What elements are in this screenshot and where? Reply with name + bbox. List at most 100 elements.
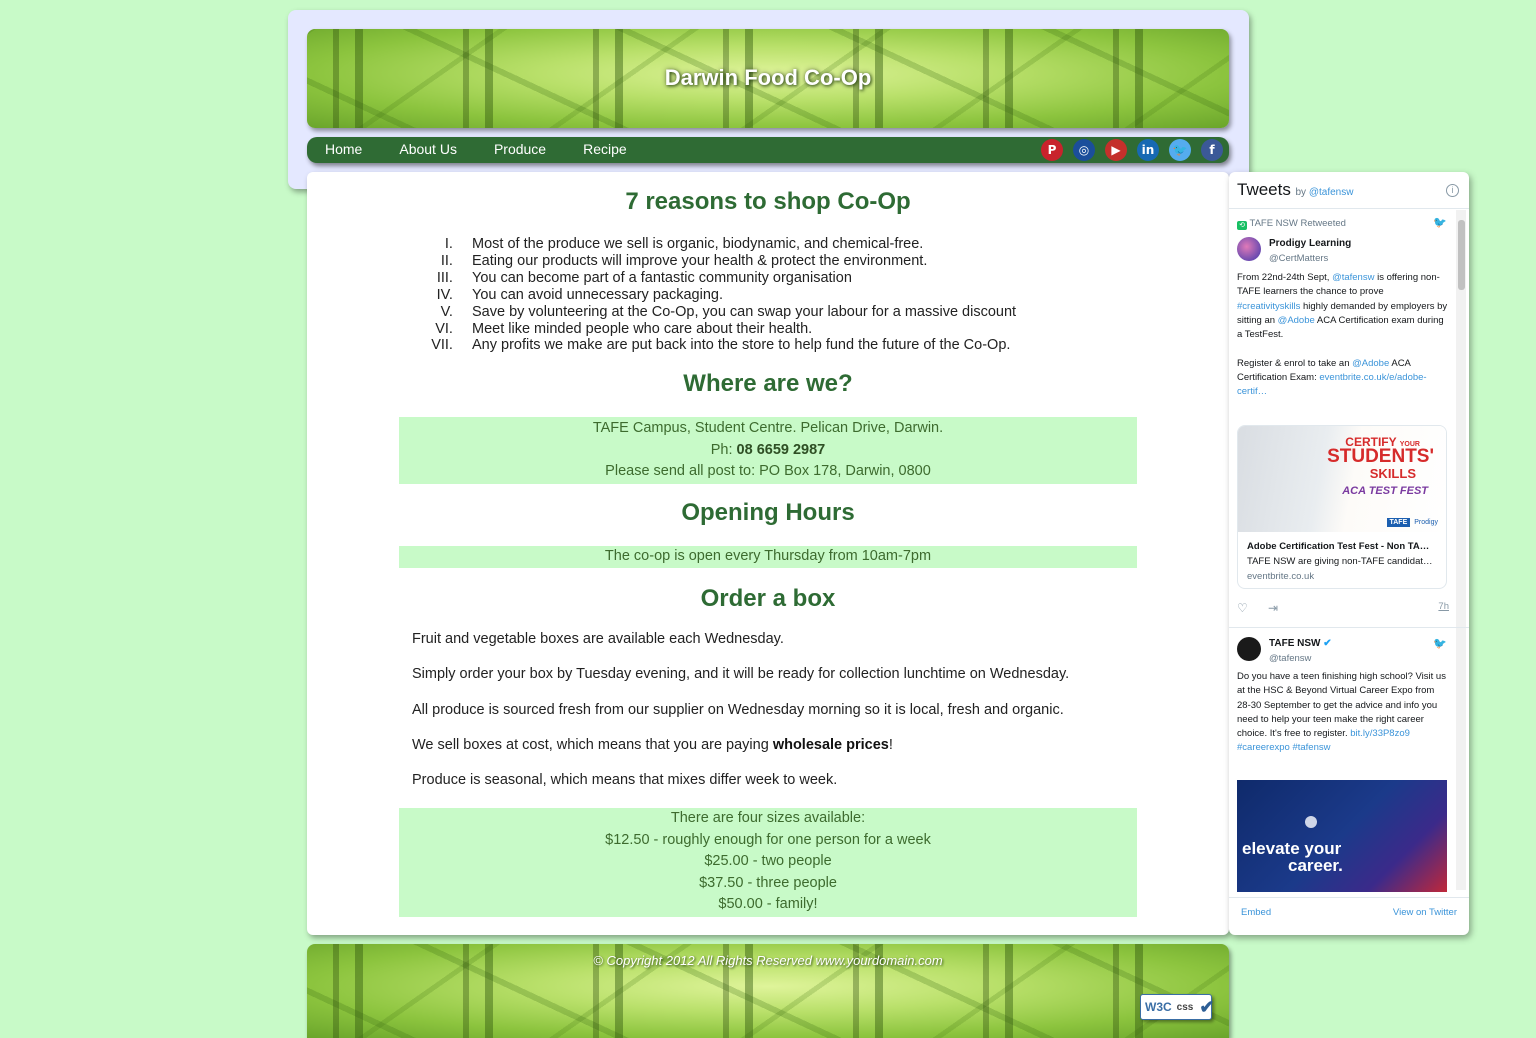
- promo-line: career.: [1288, 856, 1343, 875]
- copyright-text: © Copyright 2012 All Rights Reserved www…: [593, 953, 943, 968]
- tweet-text-part: Register & enrol to take an: [1237, 357, 1353, 369]
- seasonal-paragraph: Produce is seasonal, which means that mi…: [412, 772, 838, 788]
- css-label: css: [1176, 1001, 1194, 1013]
- author-name-text: TAFE NSW: [1269, 638, 1321, 649]
- youtube-icon[interactable]: ▶: [1105, 139, 1127, 161]
- size-option: $12.50 - roughly enough for one person f…: [605, 831, 931, 848]
- verified-icon: ✔: [1323, 638, 1332, 649]
- link-card[interactable]: CERTIFY YOUR STUDENTS' SKILLS ACA TEST F…: [1237, 425, 1447, 589]
- order-paragraph: All produce is sourced fresh from our su…: [412, 702, 1064, 718]
- mention-link[interactable]: @Adobe: [1352, 358, 1389, 369]
- site-header: Darwin Food Co-Op: [307, 29, 1229, 128]
- card-body: Adobe Certification Test Fest - Non TA… …: [1238, 532, 1446, 588]
- order-paragraph: Simply order your box by Tuesday evening…: [412, 666, 1070, 682]
- card-description: TAFE NSW are giving non-TAFE candidat…: [1247, 556, 1433, 567]
- prodigy-logo: Prodigy: [1414, 519, 1438, 526]
- embed-link[interactable]: Embed: [1241, 907, 1271, 918]
- facebook-icon[interactable]: f: [1201, 139, 1223, 161]
- timeline-by: by @tafensw: [1296, 187, 1354, 198]
- twitter-bird-icon[interactable]: 🐦: [1433, 637, 1447, 650]
- url-link[interactable]: bit.ly/33P8zo9: [1350, 728, 1410, 739]
- reason-item: Meet like minded people who care about t…: [457, 321, 1016, 338]
- card-domain: eventbrite.co.uk: [1247, 571, 1315, 582]
- sizes-box: There are four sizes available: $12.50 -…: [399, 808, 1137, 917]
- timeline-handle[interactable]: @tafensw: [1309, 187, 1354, 198]
- size-option: $37.50 - three people: [699, 874, 837, 891]
- nav-recipe[interactable]: Recipe: [583, 141, 627, 157]
- address-box: TAFE Campus, Student Centre. Pelican Dri…: [399, 417, 1137, 484]
- reason-item: Save by volunteering at the Co-Op, you c…: [457, 304, 1016, 321]
- author-handle[interactable]: @CertMatters: [1269, 253, 1328, 264]
- site-title: Darwin Food Co-Op: [664, 65, 872, 90]
- like-icon[interactable]: ♡: [1237, 601, 1248, 615]
- reason-item: You can become part of a fantastic commu…: [457, 270, 1016, 287]
- avatar[interactable]: [1237, 237, 1261, 261]
- address-text: TAFE Campus, Student Centre. Pelican Dri…: [592, 420, 944, 436]
- author-name[interactable]: TAFE NSW ✔: [1269, 638, 1332, 649]
- size-option: $50.00 - family!: [718, 896, 818, 913]
- by-label: by: [1295, 187, 1309, 198]
- instagram-icon[interactable]: ◎: [1073, 139, 1095, 161]
- card-image-text: ACA TEST FEST: [1342, 485, 1428, 497]
- tweet-text-part: From 22nd-24th Sept,: [1237, 272, 1333, 283]
- phone-line: Ph: 08 6659 2987: [399, 440, 1137, 462]
- retweet-icon: ⟲: [1237, 221, 1247, 230]
- planet-graphic: [1305, 816, 1317, 828]
- nav-home[interactable]: Home: [325, 141, 362, 157]
- author-handle[interactable]: @tafensw: [1269, 653, 1311, 664]
- scrollbar-thumb[interactable]: [1458, 220, 1465, 290]
- social-links: P ◎ ▶ in 🐦 f: [1041, 139, 1223, 161]
- view-on-twitter-link[interactable]: View on Twitter: [1393, 907, 1457, 918]
- hours-heading: Opening Hours: [681, 499, 855, 526]
- card-image-text: SKILLS: [1369, 466, 1416, 481]
- wholesale-suffix: !: [888, 737, 893, 753]
- tweet-timestamp[interactable]: 7h: [1438, 601, 1449, 612]
- order-heading: Order a box: [700, 585, 836, 612]
- tweet-text: From 22nd-24th Sept, @tafensw is offerin…: [1237, 271, 1449, 400]
- where-heading: Where are we?: [683, 370, 853, 397]
- mention-link[interactable]: @Adobe: [1278, 315, 1315, 326]
- twitter-icon[interactable]: 🐦: [1169, 139, 1191, 161]
- card-image-text: STUDENTS': [1327, 446, 1434, 467]
- hashtag-link[interactable]: #creativityskills: [1237, 301, 1300, 312]
- reasons-heading: 7 reasons to shop Co-Op: [625, 188, 911, 215]
- twitter-timeline: Tweets by @tafensw i ⟲ TAFE NSW Retweete…: [1229, 172, 1469, 935]
- twitter-bird-icon[interactable]: 🐦: [1433, 216, 1447, 229]
- hours-box: The co-op is open every Thursday from 10…: [399, 546, 1137, 568]
- retweeted-label: TAFE NSW Retweeted: [1249, 218, 1346, 229]
- reason-item: Eating our products will improve your he…: [457, 253, 1016, 270]
- site-footer: © Copyright 2012 All Rights Reserved www…: [307, 944, 1229, 1038]
- reason-item: You can avoid unnecessary packaging.: [457, 287, 1016, 304]
- timeline-scrollbar[interactable]: [1456, 210, 1466, 890]
- timeline-header: Tweets by @tafensw: [1237, 180, 1353, 200]
- card-title: Adobe Certification Test Fest - Non TA…: [1247, 541, 1430, 552]
- checkmark-icon: ✔: [1199, 996, 1215, 1017]
- tafe-logo: TAFE: [1386, 518, 1411, 527]
- linkedin-icon[interactable]: in: [1137, 139, 1159, 161]
- promo-text: elevate your career.: [1242, 840, 1343, 874]
- nav-about-us[interactable]: About Us: [399, 141, 457, 157]
- info-icon[interactable]: i: [1446, 184, 1459, 197]
- phone-label: Ph:: [710, 441, 737, 458]
- nav-produce[interactable]: Produce: [494, 141, 546, 157]
- wholesale-prefix: We sell boxes at cost, which means that …: [412, 737, 773, 753]
- phone-number[interactable]: 08 6659 2987: [737, 442, 826, 458]
- retweet-indicator: ⟲ TAFE NSW Retweeted: [1237, 218, 1346, 230]
- tweet-media[interactable]: elevate your career.: [1237, 780, 1447, 892]
- main-content: 7 reasons to shop Co-Op Most of the prod…: [307, 172, 1229, 935]
- size-option: $25.00 - two people: [704, 853, 832, 870]
- author-name[interactable]: Prodigy Learning: [1269, 238, 1351, 249]
- hashtag-link[interactable]: #careerexpo #tafensw: [1237, 742, 1330, 753]
- w3c-css-badge[interactable]: W3C css ✔: [1140, 994, 1215, 1020]
- post-text: Please send all post to: PO Box 178, Dar…: [605, 463, 931, 480]
- divider: [1229, 627, 1469, 628]
- mention-link[interactable]: @tafensw: [1332, 272, 1374, 283]
- pinterest-icon[interactable]: P: [1041, 139, 1063, 161]
- wholesale-paragraph: We sell boxes at cost, which means that …: [412, 737, 893, 753]
- hours-text: The co-op is open every Thursday from 10…: [604, 548, 932, 564]
- card-logos: TAFE Prodigy: [1386, 518, 1438, 527]
- share-icon[interactable]: ⇥: [1268, 601, 1278, 615]
- avatar[interactable]: [1237, 637, 1261, 661]
- wholesale-bold: wholesale prices: [772, 737, 889, 753]
- divider: [1229, 208, 1469, 209]
